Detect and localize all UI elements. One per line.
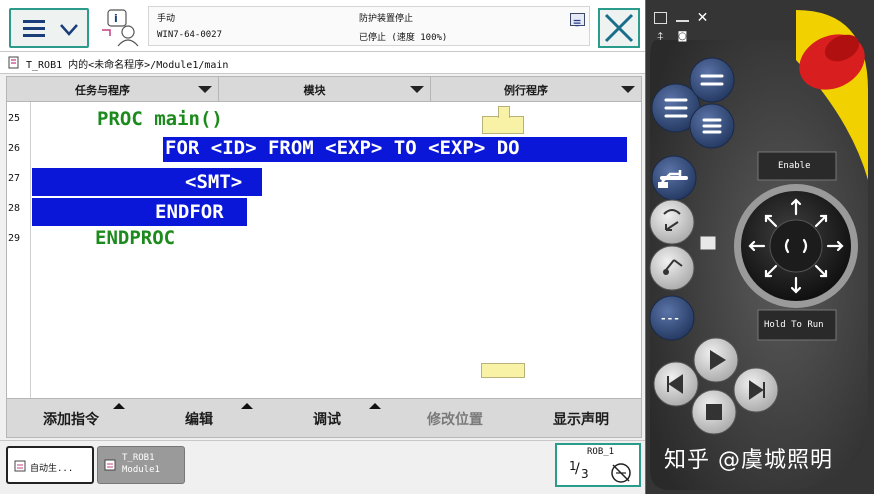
tab-label: 任务与程序	[75, 84, 130, 97]
editor-tabs: 任务与程序 模块 例行程序	[6, 76, 642, 102]
code-editor[interactable]: 25 26 27 28 29 PROC main() FOR <ID> FROM…	[6, 102, 642, 398]
taskbar-item-editor[interactable]: T_ROB1 Module1	[97, 446, 185, 484]
close-button[interactable]	[598, 8, 640, 48]
fraction-slash: /	[575, 461, 580, 477]
line-number: 27	[8, 173, 21, 184]
code-line[interactable]: PROC main()	[97, 108, 223, 130]
task-sublabel: Module1	[122, 465, 160, 475]
tab-label: 模块	[303, 84, 326, 97]
line-number-gutter: 25 26 27 28 29	[7, 102, 31, 398]
auto-production-icon	[14, 460, 26, 472]
tab-routines[interactable]: 例行程序	[431, 77, 641, 101]
line-number: 28	[8, 203, 21, 214]
restore-window-icon[interactable]	[654, 12, 667, 24]
operating-mode: 手动	[157, 14, 176, 24]
add-instruction-button[interactable]: 添加指令	[7, 399, 135, 437]
pin-icon[interactable]: ⍏	[654, 31, 667, 44]
line-number: 25	[8, 113, 21, 124]
camera-icon[interactable]: ◙	[676, 32, 689, 44]
scroll-marker-top	[498, 106, 510, 118]
dropdown-arrow-icon	[621, 86, 635, 93]
operator-window-icon[interactable]: i	[100, 8, 142, 48]
header-bar: i 手动 WIN7-64-0027 防护装置停止 已停止 (速度 100%)	[0, 0, 645, 52]
program-path: T_ROB1 内的<未命名程序>/Module1/main	[26, 60, 229, 71]
scroll-marker-bottom	[481, 363, 525, 378]
jog-linear-reorient-button[interactable]	[652, 200, 696, 244]
taskbar-item-auto[interactable]: 自动生...	[6, 446, 94, 484]
svg-text:i: i	[114, 12, 118, 25]
increment-denominator: 3	[581, 467, 589, 481]
button-label: 调试	[313, 412, 341, 428]
code-line-selected[interactable]: FOR <ID> FROM <EXP> TO <EXP> DO	[163, 137, 627, 162]
quickset-button[interactable]: ROB_1 1 / 3	[555, 443, 641, 487]
button-label: 添加指令	[43, 412, 99, 428]
event-log-icon[interactable]	[570, 13, 585, 27]
chevron-down-icon	[60, 24, 78, 36]
hold-to-run-button[interactable]: Hold To Run	[764, 320, 824, 330]
button-label: 编辑	[185, 412, 213, 428]
button-label: 显示声明	[553, 412, 609, 428]
breadcrumb: T_ROB1 内的<未命名程序>/Module1/main	[0, 52, 645, 74]
controller-id: WIN7-64-0027	[157, 30, 223, 40]
flexpendant-screen: i 手动 WIN7-64-0027 防护装置停止 已停止 (速度 100%) T…	[0, 0, 646, 494]
enable-button[interactable]: Enable	[778, 161, 811, 171]
minimize-icon[interactable]	[676, 12, 689, 22]
safety-status: 防护装置停止	[359, 14, 414, 24]
tab-label: 例行程序	[504, 84, 548, 97]
edit-button[interactable]: 编辑	[135, 399, 263, 437]
watermark: 知乎 @虞城照明	[664, 448, 833, 473]
status-panel[interactable]: 手动 WIN7-64-0027 防护装置停止 已停止 (速度 100%)	[148, 6, 590, 46]
close-icon	[604, 13, 634, 43]
line-number: 29	[8, 233, 21, 244]
axis-1-3-icon	[663, 259, 683, 275]
show-declaration-button[interactable]: 显示声明	[519, 399, 643, 437]
bottom-command-bar: 添加指令 编辑 调试 修改位置 显示声明	[6, 398, 642, 438]
tab-modules[interactable]: 模块	[219, 77, 431, 101]
programmable-keys[interactable]	[660, 60, 750, 126]
debug-button[interactable]: 调试	[263, 399, 391, 437]
mechanical-unit-select-button[interactable]	[652, 156, 696, 200]
code-line-selected[interactable]: ENDFOR	[155, 198, 224, 226]
run-status: 已停止 (速度 100%)	[359, 33, 448, 43]
task-label: T_ROB1	[122, 453, 155, 463]
taskbar: 自动生... T_ROB1 Module1	[0, 440, 645, 494]
button-label: 修改位置	[427, 412, 483, 428]
menu-icon	[23, 20, 45, 38]
incremental-jog-icon	[611, 463, 631, 483]
program-editor-icon	[8, 56, 19, 69]
dropdown-arrow-icon	[410, 86, 424, 93]
programmable-key-4[interactable]: ---	[660, 312, 680, 325]
pendant-hardware: ✕ ⍏ ◙ Enable Hold To Run ---	[646, 0, 874, 494]
quickset-robot: ROB_1	[587, 447, 615, 457]
abb-menu-button[interactable]	[9, 8, 89, 48]
jog-axis-toggle-button[interactable]	[652, 246, 696, 290]
robot-arm-icon	[658, 170, 682, 188]
modify-position-button[interactable]: 修改位置	[391, 399, 519, 437]
dropdown-arrow-icon	[198, 86, 212, 93]
code-line[interactable]: ENDPROC	[95, 227, 175, 249]
code-line-selected[interactable]: <SMT>	[185, 168, 243, 196]
scroll-marker-top	[482, 116, 524, 134]
program-editor-icon	[104, 459, 116, 471]
tab-tasks-programs[interactable]: 任务与程序	[7, 77, 219, 101]
reorient-icon	[663, 209, 681, 231]
task-label: 自动生...	[30, 464, 74, 474]
close-window-icon[interactable]: ✕	[696, 11, 709, 25]
line-number: 26	[8, 143, 21, 154]
